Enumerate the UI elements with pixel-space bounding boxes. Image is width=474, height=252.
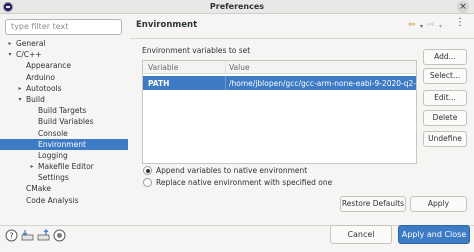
svg-text:?: ? bbox=[9, 232, 13, 241]
section-label: Environment variables to set bbox=[142, 46, 251, 55]
close-window-button[interactable]: × bbox=[457, 1, 469, 13]
back-history-chevron-icon[interactable]: ▾ bbox=[420, 22, 423, 32]
append-radio[interactable] bbox=[143, 166, 152, 175]
import-icon[interactable] bbox=[21, 229, 34, 242]
apply-and-close-button[interactable]: Apply and Close bbox=[398, 225, 470, 244]
tree-item-makefile-editor[interactable]: ▸ Makefile Editor bbox=[0, 161, 128, 172]
column-header-value[interactable]: Value bbox=[229, 63, 250, 72]
tree-item-build-variables[interactable]: Build Variables bbox=[0, 116, 128, 127]
preference-page: Environment ⇦ ▾ ⇨ ▾ ⋮ Environment variab… bbox=[130, 15, 474, 227]
cell-variable: PATH bbox=[148, 79, 170, 88]
forward-arrow-icon[interactable]: ⇨ bbox=[427, 20, 435, 30]
tree-item-environment[interactable]: Environment bbox=[0, 138, 128, 150]
tree-item-logging[interactable]: Logging bbox=[0, 150, 128, 161]
tree-item-label: General bbox=[16, 39, 46, 48]
view-menu-icon[interactable]: ⋮ bbox=[455, 18, 465, 28]
environment-table[interactable]: Variable Value PATH /home/jblopen/gcc/gc… bbox=[142, 60, 417, 164]
add-button[interactable]: Add... bbox=[423, 49, 467, 65]
replace-option-label: Replace native environment with specifie… bbox=[156, 178, 333, 187]
oomph-icon[interactable] bbox=[53, 229, 66, 242]
tree-item-label: CMake bbox=[26, 184, 51, 194]
tree-item-label: Code Analysis bbox=[26, 195, 79, 205]
tree-item-label: C/C++ bbox=[16, 50, 42, 60]
tree-item-arduino[interactable]: Arduino bbox=[0, 72, 128, 83]
tree-item-settings[interactable]: Settings bbox=[0, 172, 128, 183]
column-header-variable[interactable]: Variable bbox=[148, 63, 178, 72]
back-arrow-icon[interactable]: ⇦ bbox=[408, 20, 416, 30]
append-option-label: Append variables to native environment bbox=[156, 166, 308, 175]
filter-input[interactable]: type filter text bbox=[5, 19, 122, 35]
tree-item-build-targets[interactable]: Build Targets bbox=[0, 105, 128, 116]
collapsed-chevron-icon[interactable]: ▸ bbox=[6, 38, 14, 49]
cell-value: /home/jblopen/gcc/gcc-arm-none-eabi-9-20… bbox=[229, 79, 417, 88]
select-button[interactable]: Select... bbox=[423, 68, 467, 84]
preferences-sidebar: type filter text ▸ General ▾ C/C++ Appearanc… bbox=[0, 15, 128, 225]
collapsed-chevron-icon[interactable]: ▸ bbox=[28, 161, 36, 172]
tree-item-label: Build Targets bbox=[38, 106, 87, 116]
delete-button[interactable]: Delete bbox=[423, 110, 467, 126]
tree-item-appearance[interactable]: Appearance bbox=[0, 60, 128, 71]
tree-item-label: Logging bbox=[38, 150, 68, 160]
tree-item-build[interactable]: ▾ Build bbox=[0, 94, 128, 105]
table-header: Variable Value bbox=[143, 61, 416, 74]
tree-item-label: Build Variables bbox=[38, 117, 94, 127]
edit-button[interactable]: Edit... bbox=[423, 90, 467, 106]
tree-item-console[interactable]: Console bbox=[0, 128, 128, 139]
tree-item-code-analysis[interactable]: Code Analysis bbox=[0, 195, 128, 206]
undefine-button[interactable]: Undefine bbox=[423, 131, 467, 147]
tree-item-label: Makefile Editor bbox=[38, 162, 94, 172]
tree-item-label: Appearance bbox=[26, 61, 72, 71]
tree-item-c-c-[interactable]: ▾ C/C++ bbox=[0, 49, 128, 60]
tree-item-label: Settings bbox=[38, 173, 69, 183]
header-divider bbox=[130, 38, 474, 39]
title-bar: Preferences × bbox=[0, 0, 474, 14]
tree-item-label: Arduino bbox=[26, 72, 56, 82]
forward-history-chevron-icon[interactable]: ▾ bbox=[439, 22, 442, 32]
tree-item-label: Console bbox=[38, 128, 68, 138]
cancel-button[interactable]: Cancel bbox=[330, 225, 392, 244]
tree-item-label: Environment bbox=[38, 139, 86, 149]
page-title: Environment bbox=[136, 20, 198, 30]
restore-defaults-button[interactable]: Restore Defaults bbox=[340, 196, 406, 212]
expanded-chevron-icon[interactable]: ▾ bbox=[6, 49, 14, 60]
help-icon[interactable]: ? bbox=[5, 229, 18, 242]
tree-item-general[interactable]: ▸ General bbox=[0, 38, 128, 49]
replace-radio[interactable] bbox=[143, 178, 152, 187]
apply-button[interactable]: Apply bbox=[410, 196, 467, 212]
window-title: Preferences bbox=[209, 2, 265, 11]
tree-item-cmake[interactable]: CMake bbox=[0, 183, 128, 194]
expanded-chevron-icon[interactable]: ▾ bbox=[16, 94, 24, 105]
table-row[interactable]: PATH /home/jblopen/gcc/gcc-arm-none-eabi… bbox=[143, 76, 416, 90]
collapsed-chevron-icon[interactable]: ▸ bbox=[16, 83, 24, 94]
preferences-tree: ▸ General ▾ C/C++ Appearance Arduino ▸ Autotool… bbox=[0, 38, 128, 206]
export-icon[interactable] bbox=[37, 229, 50, 242]
tree-item-label: Build bbox=[26, 94, 45, 104]
tree-item-autotools[interactable]: ▸ Autotools bbox=[0, 83, 128, 94]
tree-item-label: Autotools bbox=[26, 83, 62, 93]
